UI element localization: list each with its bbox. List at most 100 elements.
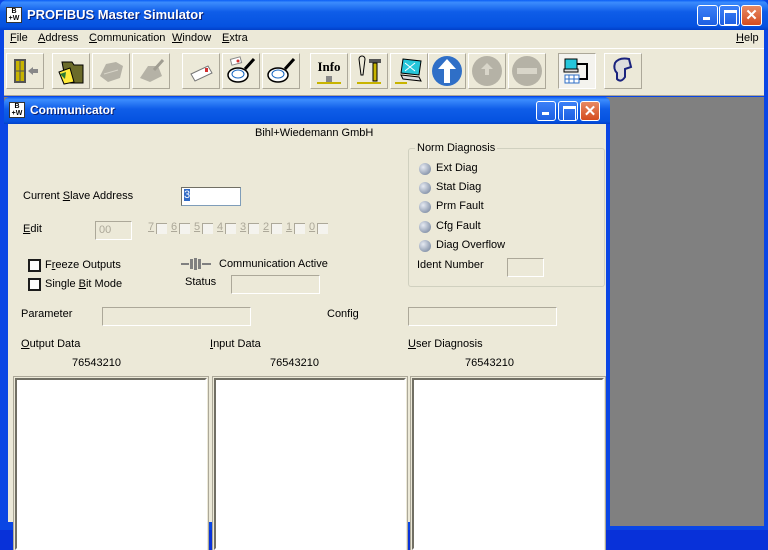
input-data-list[interactable] xyxy=(214,378,406,550)
network-button[interactable] xyxy=(558,53,596,89)
communicator-window: B +W Communicator ✕ Bihl+Wiedemann GmbH C… xyxy=(4,97,610,550)
norm-diagnosis-group: Norm Diagnosis Ext Diag Stat Diag Prm Fa… xyxy=(408,142,605,287)
status-field xyxy=(231,275,320,294)
edit-map-button[interactable] xyxy=(132,53,170,89)
exit-button[interactable] xyxy=(6,53,44,89)
search-diagnosis-button[interactable] xyxy=(222,53,260,89)
stat-diag-led xyxy=(419,182,431,194)
menu-help[interactable]: Help xyxy=(736,32,759,44)
current-slave-address-label: Current Slave Address xyxy=(23,190,134,202)
prm-fault-label: Prm Fault xyxy=(436,200,484,212)
menu-extra[interactable]: Extra xyxy=(222,32,248,44)
minimize-button[interactable] xyxy=(697,5,718,26)
menu-communication[interactable]: Communication xyxy=(89,32,165,44)
menu-address[interactable]: Address xyxy=(38,32,78,44)
edit-label: Edit xyxy=(23,223,42,235)
close-button[interactable]: ✕ xyxy=(741,5,762,26)
connector-icon xyxy=(181,258,211,270)
current-slave-address-value: 3 xyxy=(184,189,191,201)
upload-button[interactable] xyxy=(428,53,466,89)
edit-map-icon xyxy=(140,58,165,82)
cfg-fault-label: Cfg Fault xyxy=(436,220,481,232)
bw-logo-icon: B +W xyxy=(6,7,22,23)
menu-window[interactable]: Window xyxy=(172,32,211,44)
ext-diag-label: Ext Diag xyxy=(436,162,478,174)
envelope-icon xyxy=(190,65,213,82)
close-icon: ✕ xyxy=(745,7,758,24)
current-slave-address-input[interactable]: 3 xyxy=(181,187,241,206)
bw-logo-icon: B +W xyxy=(9,102,25,118)
input-data-label: Input Data xyxy=(210,338,261,350)
open-folder-icon xyxy=(58,61,84,85)
bit-6-label: 6 xyxy=(171,221,178,233)
parameter-field xyxy=(102,307,251,326)
send-button[interactable] xyxy=(182,53,220,89)
tools-icon xyxy=(357,55,381,84)
menu-file[interactable]: FFileile xyxy=(10,32,28,44)
config-field xyxy=(408,307,557,326)
bit-2-label: 2 xyxy=(263,221,270,233)
title-bar[interactable]: B +W PROFIBUS Master Simulator ✕ xyxy=(0,0,768,30)
bit-4-checkbox[interactable] xyxy=(225,223,236,234)
output-data-list[interactable] xyxy=(15,378,207,550)
bit-1-checkbox[interactable] xyxy=(294,223,305,234)
monitor-button[interactable] xyxy=(390,53,428,89)
bit-6-checkbox[interactable] xyxy=(179,223,190,234)
child-close-button[interactable]: ✕ xyxy=(580,101,600,121)
minimize-icon xyxy=(698,6,717,25)
child-maximize-button[interactable] xyxy=(558,101,578,121)
ident-number-field xyxy=(507,258,544,277)
bit-1-label: 1 xyxy=(286,221,293,233)
main-window: B+W PROFIBUS Master Simulator ✕ FFileile… xyxy=(0,0,768,550)
edit-value: 00 xyxy=(99,224,112,236)
bit-7-checkbox[interactable] xyxy=(156,223,167,234)
output-data-label: Output Data xyxy=(21,338,81,350)
upload-small-button[interactable] xyxy=(468,53,506,89)
ident-number-label: Ident Number xyxy=(417,259,484,271)
bit-3-label: 3 xyxy=(240,221,247,233)
child-minimize-button[interactable] xyxy=(536,101,556,121)
bit-5-checkbox[interactable] xyxy=(202,223,213,234)
tools-button[interactable] xyxy=(350,53,388,89)
toolbar: Info xyxy=(4,48,764,96)
bit-2-checkbox[interactable] xyxy=(271,223,282,234)
bit-7-label: 7 xyxy=(148,221,155,233)
freeze-outputs-checkbox[interactable] xyxy=(28,259,41,272)
parameter-label: Parameter xyxy=(21,308,73,320)
edit-input[interactable]: 00 xyxy=(95,221,132,240)
bit-4-label: 4 xyxy=(217,221,224,233)
maximize-icon xyxy=(559,102,577,121)
user-diagnosis-bits-header: 76543210 xyxy=(465,357,514,369)
maximize-button[interactable] xyxy=(719,5,740,26)
close-icon: ✕ xyxy=(583,103,597,120)
maximize-icon xyxy=(720,6,739,25)
output-data-bits-header: 76543210 xyxy=(72,357,121,369)
status-label: Status xyxy=(185,276,217,288)
mdi-client-area: B +W Communicator ✕ Bihl+Wiedemann GmbH C… xyxy=(4,97,764,550)
info-button[interactable]: Info xyxy=(310,53,348,89)
cfg-fault-led xyxy=(419,221,431,233)
input-data-bits-header: 76543210 xyxy=(270,357,319,369)
stop-button[interactable] xyxy=(508,53,546,89)
prm-fault-led xyxy=(419,201,431,213)
user-diagnosis-list[interactable] xyxy=(412,378,604,550)
communicator-client: Bihl+Wiedemann GmbH Current Slave Addres… xyxy=(8,124,606,550)
ext-diag-led xyxy=(419,163,431,175)
open-button[interactable] xyxy=(52,53,90,89)
single-bit-mode-checkbox[interactable] xyxy=(28,278,41,291)
config-label: Config xyxy=(327,308,359,320)
bit-0-checkbox[interactable] xyxy=(317,223,328,234)
magnifier-button[interactable] xyxy=(262,53,300,89)
communicator-title-bar[interactable]: B +W Communicator ✕ xyxy=(4,97,610,124)
exit-door-icon xyxy=(14,59,38,83)
minimize-icon xyxy=(537,102,555,120)
magnifier-icon xyxy=(267,57,296,83)
company-label: Bihl+Wiedemann GmbH xyxy=(255,127,374,139)
menu-bar: FFileile Address Communication Window Ex… xyxy=(4,30,764,48)
map-button[interactable] xyxy=(92,53,130,89)
help-button[interactable] xyxy=(604,53,642,89)
communicator-title: Communicator xyxy=(30,103,115,117)
bit-3-checkbox[interactable] xyxy=(248,223,259,234)
window-title: PROFIBUS Master Simulator xyxy=(27,7,204,22)
norm-diagnosis-title: Norm Diagnosis xyxy=(415,142,498,154)
